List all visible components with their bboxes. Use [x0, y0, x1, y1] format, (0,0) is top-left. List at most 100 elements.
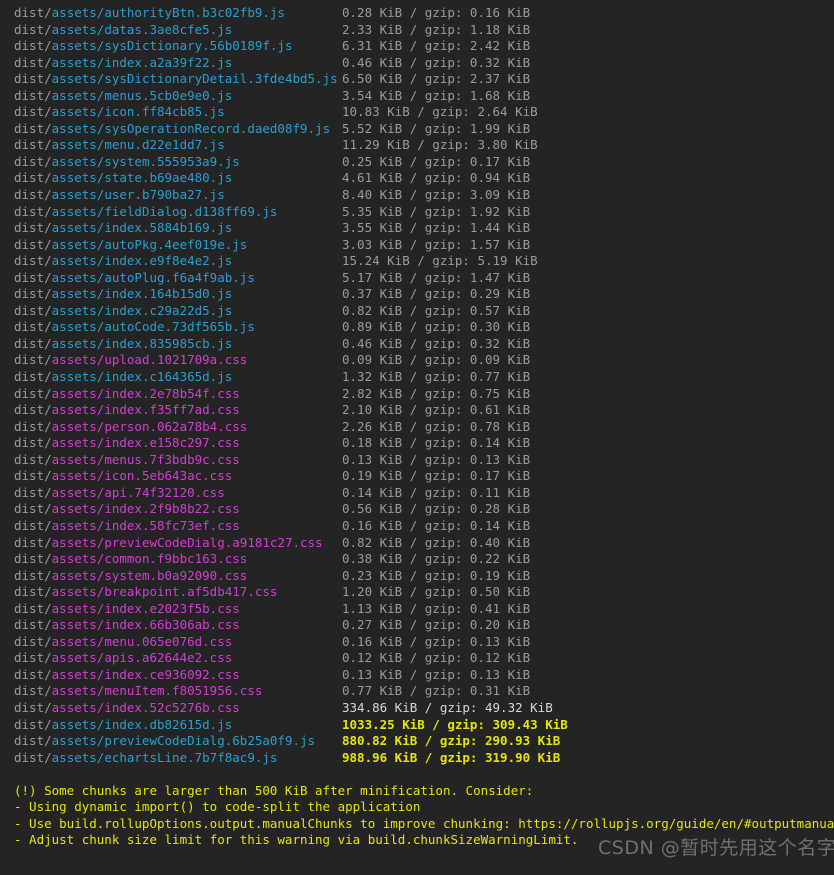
asset-path-dir: assets/	[51, 451, 105, 467]
asset-path-dir: assets/	[51, 716, 105, 732]
asset-path-prefix: dist/	[14, 120, 52, 136]
asset-path: dist/assets/menu.065e076d.css	[14, 634, 342, 651]
asset-path: dist/assets/index.2e78b54f.css	[14, 386, 342, 403]
asset-filename: apis.a62644e2.css	[104, 650, 233, 666]
asset-row: dist/assets/index.58fc73ef.css 0.16 KiB /…	[14, 518, 834, 535]
asset-path-prefix: dist/	[14, 87, 52, 103]
asset-path-dir: assets/	[51, 385, 105, 401]
asset-path: dist/assets/menu.d22e1dd7.js	[14, 137, 342, 154]
asset-size: 0.38 KiB / gzip: 0.22 KiB	[342, 551, 531, 567]
asset-filename: common.f9bbc163.css	[104, 551, 248, 567]
asset-size: 0.19 KiB / gzip: 0.17 KiB	[342, 468, 531, 484]
asset-path-dir: assets/	[51, 120, 105, 136]
asset-filename: index.66b306ab.css	[104, 617, 240, 633]
asset-path-prefix: dist/	[14, 683, 52, 699]
asset-path: dist/assets/index.e9f8e4e2.js	[14, 253, 342, 270]
asset-row: dist/assets/previewCodeDialg.a9181c27.cs…	[14, 535, 834, 552]
asset-path: dist/assets/echartsLine.7b7f8ac9.js	[14, 750, 342, 767]
asset-row: dist/assets/upload.1021709a.css 0.09 KiB …	[14, 352, 834, 369]
asset-path: dist/assets/icon.ff84cb85.js	[14, 104, 342, 121]
asset-path-prefix: dist/	[14, 584, 52, 600]
asset-filename: autoCode.73df565b.js	[104, 319, 255, 335]
asset-row: dist/assets/menus.5cb0e9e0.js 3.54 KiB / …	[14, 88, 834, 105]
asset-path: dist/assets/breakpoint.af5db417.css	[14, 584, 342, 601]
asset-size: 2.26 KiB / gzip: 0.78 KiB	[342, 418, 531, 434]
asset-row: dist/assets/index.c29a22d5.js 0.82 KiB / …	[14, 303, 834, 320]
asset-filename: previewCodeDialg.a9181c27.css	[104, 534, 323, 550]
asset-filename: datas.3ae8cfe5.js	[104, 21, 233, 37]
asset-path-dir: assets/	[51, 418, 105, 434]
asset-path-dir: assets/	[51, 38, 105, 54]
asset-filename: user.b790ba27.js	[104, 187, 225, 203]
asset-row: dist/assets/index.2e78b54f.css 2.82 KiB /…	[14, 386, 834, 403]
asset-filename: system.b0a92090.css	[104, 567, 248, 583]
asset-row: dist/assets/sysOperationRecord.daed08f9.…	[14, 121, 834, 138]
asset-filename: index.2e78b54f.css	[104, 385, 240, 401]
asset-size: 2.10 KiB / gzip: 0.61 KiB	[342, 402, 531, 418]
asset-path: dist/assets/sysOperationRecord.daed08f9.…	[14, 121, 342, 138]
asset-row: dist/assets/person.062a78b4.css 2.26 KiB …	[14, 419, 834, 436]
asset-path-prefix: dist/	[14, 286, 52, 302]
asset-filename: index.f35ff7ad.css	[104, 402, 240, 418]
asset-size: 5.17 KiB / gzip: 1.47 KiB	[342, 269, 531, 285]
asset-size: 0.23 KiB / gzip: 0.19 KiB	[342, 567, 531, 583]
asset-path: dist/assets/previewCodeDialg.6b25a0f9.js	[14, 733, 342, 750]
asset-size: 0.14 KiB / gzip: 0.11 KiB	[342, 484, 531, 500]
asset-path-dir: assets/	[51, 484, 105, 500]
asset-path-prefix: dist/	[14, 335, 52, 351]
asset-size: 0.82 KiB / gzip: 0.57 KiB	[342, 302, 531, 318]
asset-path-dir: assets/	[51, 650, 105, 666]
asset-path: dist/assets/menuItem.f8051956.css	[14, 683, 342, 700]
asset-path-prefix: dist/	[14, 302, 52, 318]
build-warning-list: (!) Some chunks are larger than 500 KiB …	[14, 783, 834, 849]
asset-size: 3.54 KiB / gzip: 1.68 KiB	[342, 87, 531, 103]
asset-path: dist/assets/index.52c5276b.css	[14, 700, 342, 717]
asset-filename: index.164b15d0.js	[104, 286, 233, 302]
asset-filename: index.52c5276b.css	[104, 699, 240, 715]
asset-path-prefix: dist/	[14, 187, 52, 203]
asset-size: 988.96 KiB / gzip: 319.90 KiB	[342, 749, 561, 765]
asset-path: dist/assets/autoCode.73df565b.js	[14, 319, 342, 336]
asset-path: dist/assets/system.555953a9.js	[14, 154, 342, 171]
asset-path-dir: assets/	[51, 319, 105, 335]
asset-path-prefix: dist/	[14, 633, 52, 649]
asset-path-prefix: dist/	[14, 551, 52, 567]
asset-path-prefix: dist/	[14, 137, 52, 153]
asset-path: dist/assets/autoPkg.4eef019e.js	[14, 237, 342, 254]
asset-path: dist/assets/authorityBtn.b3c02fb9.js	[14, 5, 342, 22]
asset-path: dist/assets/menus.5cb0e9e0.js	[14, 88, 342, 105]
asset-row: dist/assets/sysDictionaryDetail.3fde4bd5…	[14, 71, 834, 88]
asset-filename: index.a2a39f22.js	[104, 54, 233, 70]
asset-size: 4.61 KiB / gzip: 0.94 KiB	[342, 170, 531, 186]
asset-path-prefix: dist/	[14, 5, 52, 20]
asset-size: 0.09 KiB / gzip: 0.09 KiB	[342, 352, 531, 368]
asset-path-dir: assets/	[51, 468, 105, 484]
asset-path-prefix: dist/	[14, 236, 52, 252]
asset-path: dist/assets/system.b0a92090.css	[14, 568, 342, 585]
asset-filename: index.2f9b8b22.css	[104, 501, 240, 517]
asset-size: 15.24 KiB / gzip: 5.19 KiB	[342, 253, 538, 269]
asset-path: dist/assets/index.66b306ab.css	[14, 617, 342, 634]
asset-row: dist/assets/breakpoint.af5db417.css 1.20 …	[14, 584, 834, 601]
asset-filename: index.58fc73ef.css	[104, 517, 240, 533]
asset-filename: echartsLine.7b7f8ac9.js	[104, 749, 278, 765]
asset-path-dir: assets/	[51, 551, 105, 567]
asset-path-prefix: dist/	[14, 517, 52, 533]
asset-filename: upload.1021709a.css	[104, 352, 248, 368]
asset-path-dir: assets/	[51, 104, 105, 120]
asset-size: 3.55 KiB / gzip: 1.44 KiB	[342, 220, 531, 236]
asset-filename: autoPlug.f6a4f9ab.js	[104, 269, 255, 285]
asset-path-prefix: dist/	[14, 385, 52, 401]
asset-size: 1.13 KiB / gzip: 0.41 KiB	[342, 600, 531, 616]
asset-row: dist/assets/index.5884b169.js 3.55 KiB / …	[14, 220, 834, 237]
asset-path: dist/assets/person.062a78b4.css	[14, 419, 342, 436]
asset-path-prefix: dist/	[14, 369, 52, 385]
asset-path: dist/assets/state.b69ae480.js	[14, 170, 342, 187]
asset-filename: index.c29a22d5.js	[104, 302, 233, 318]
asset-filename: index.e9f8e4e2.js	[104, 253, 233, 269]
asset-size: 334.86 KiB / gzip: 49.32 KiB	[342, 699, 553, 715]
asset-path: dist/assets/apis.a62644e2.css	[14, 650, 342, 667]
asset-size: 6.31 KiB / gzip: 2.42 KiB	[342, 38, 531, 54]
asset-filename: menus.7f3bdb9c.css	[104, 451, 240, 467]
asset-filename: sysDictionary.56b0189f.js	[104, 38, 293, 54]
